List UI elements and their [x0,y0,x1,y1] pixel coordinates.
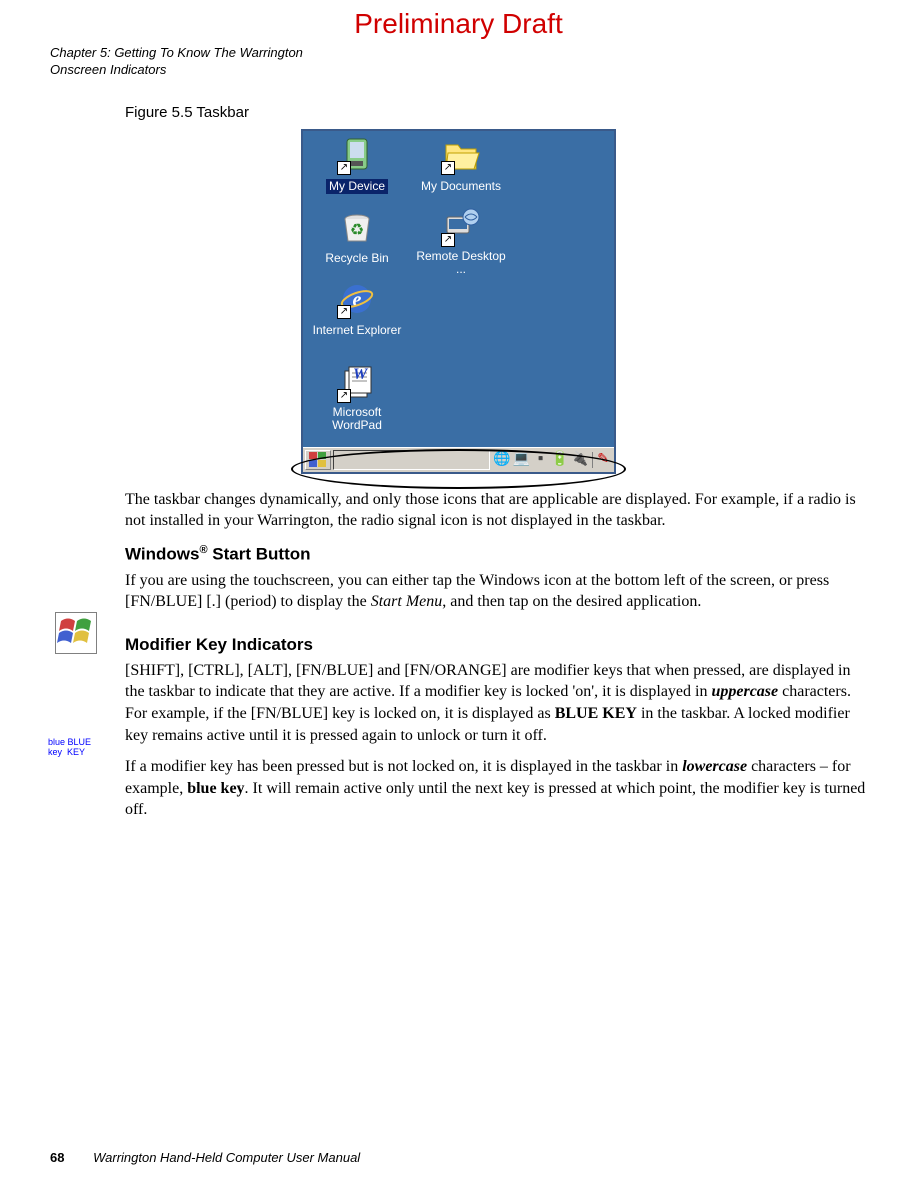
windows-desktop: ↗ My Device ↗ My Documents ♻ Recycle Bin… [301,129,616,474]
system-tray: 🌐 💻 ▪️ 🔋 🔌 ✎ [490,450,612,470]
desktop-icon-my-device[interactable]: ↗ My Device [307,135,407,195]
shortcut-arrow-icon: ↗ [337,389,351,403]
paragraph-modifier-keys: [SHIFT], [CTRL], [ALT], [FN/BLUE] and [F… [125,660,867,821]
figure-screenshot: ↗ My Device ↗ My Documents ♻ Recycle Bin… [301,129,616,474]
desktop-icon-label: Microsoft WordPad [307,405,407,433]
header-section: Onscreen Indicators [50,62,867,79]
paragraph-intro: The taskbar changes dynamically, and onl… [125,489,867,532]
ie-icon: e ↗ [337,279,377,319]
shortcut-arrow-icon: ↗ [441,161,455,175]
shortcut-arrow-icon: ↗ [337,161,351,175]
footer-title: Warrington Hand-Held Computer User Manua… [93,1150,360,1165]
tray-network-icon[interactable]: 💻 [513,451,530,468]
watermark-text: Preliminary Draft [0,8,917,40]
page-number: 68 [50,1150,64,1165]
taskbar-spacer [333,450,490,470]
desktop-icon-wordpad[interactable]: W ↗ Microsoft WordPad [307,363,407,434]
recycle-bin-icon: ♻ [337,207,377,247]
header-chapter: Chapter 5: Getting To Know The Warringto… [50,45,867,62]
desktop-icon-label: Recycle Bin [322,251,391,266]
desktop-icon-label: My Documents [418,179,504,194]
svg-text:♻: ♻ [350,222,364,239]
start-button[interactable] [305,450,331,470]
page-header: Chapter 5: Getting To Know The Warringto… [50,45,867,79]
desktop-icon-label: Remote Desktop ... [411,249,511,277]
figure-caption: Figure 5.5 Taskbar [125,104,867,121]
wordpad-icon: W ↗ [337,363,377,403]
tray-battery-icon[interactable]: 🔋 [551,451,568,468]
desktop-icon-internet-explorer[interactable]: e ↗ Internet Explorer [307,279,407,339]
tray-plug-icon[interactable]: 🔌 [571,451,588,468]
shortcut-arrow-icon: ↗ [441,233,455,247]
desktop-icon-my-documents[interactable]: ↗ My Documents [411,135,511,195]
remote-desktop-icon: ↗ [441,207,481,247]
desktop-icon-label: Internet Explorer [310,323,405,338]
folder-icon: ↗ [441,135,481,175]
desktop-icon-recycle-bin[interactable]: ♻ Recycle Bin [307,207,407,267]
margin-blue-key-icon: blue BLUE key KEY [48,738,108,780]
paragraph-start-button: If you are using the touchscreen, you ca… [125,570,867,613]
margin-windows-icon [55,612,97,654]
tray-world-icon[interactable]: 🌐 [493,451,510,468]
tray-pen-icon[interactable]: ✎ [597,451,609,468]
heading-modifier-keys: Modifier Key Indicators [125,635,867,655]
desktop-icon-remote-desktop[interactable]: ↗ Remote Desktop ... [411,207,511,278]
tray-divider [592,452,593,468]
tray-card-icon[interactable]: ▪️ [532,451,549,468]
heading-start-button: Windows® Start Button [125,544,867,565]
svg-text:W: W [353,366,369,383]
shortcut-arrow-icon: ↗ [337,305,351,319]
taskbar: 🌐 💻 ▪️ 🔋 🔌 ✎ [303,447,614,472]
pda-icon: ↗ [337,135,377,175]
page-footer: 68 Warrington Hand-Held Computer User Ma… [50,1150,360,1165]
windows-flag-icon [308,451,328,469]
desktop-icon-label: My Device [326,179,388,194]
